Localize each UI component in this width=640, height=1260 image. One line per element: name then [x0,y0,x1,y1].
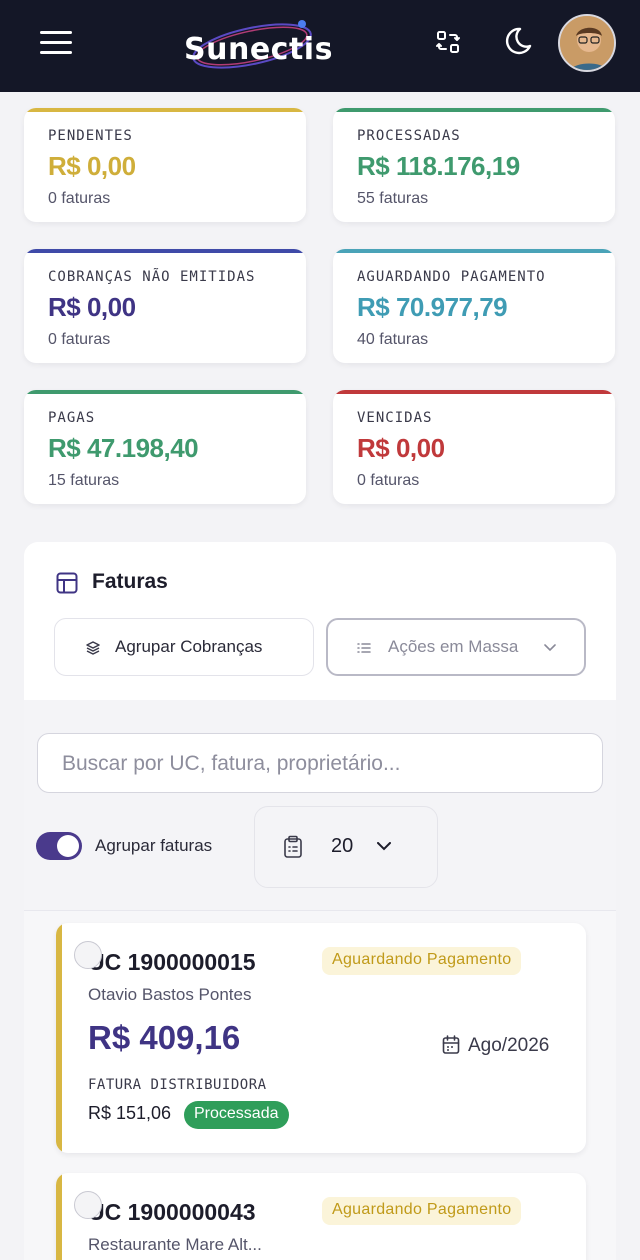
agrupar-faturas-label: Agrupar faturas [95,836,213,855]
stat-value: R$ 0,00 [48,151,136,181]
invoice-status-badge: Aguardando Pagamento [322,947,522,975]
stat-card-cobrancas-nao-emitidas[interactable]: COBRANÇAS NÃO EMITIDAS R$ 0,00 0 faturas [24,249,306,363]
brand-logo[interactable]: Sunectis [178,10,332,80]
stat-accent-bar [24,108,306,112]
invoice-status-bar [56,1173,62,1260]
user-avatar[interactable] [558,14,616,72]
stat-count: 0 faturas [48,190,111,207]
stat-accent-bar [333,390,615,394]
stat-label: VENCIDAS [357,410,433,426]
chevron-down-icon [377,842,391,851]
stat-accent-bar [24,249,306,253]
avatar-portrait-icon [560,16,614,70]
app-header: Sunectis [0,0,640,92]
invoice-list: UC 1900000015 Aguardando Pagamento Otavi… [24,910,616,1260]
swap-icon[interactable] [434,28,462,56]
toggle-knob [57,835,79,857]
invoice-select-checkbox[interactable] [74,1191,102,1219]
invoice-owner: Restaurante Mare Alt... [88,1235,262,1254]
stat-value: R$ 0,00 [48,292,136,322]
stat-value: R$ 47.198,40 [48,433,199,463]
stat-value: R$ 118.176,19 [357,151,520,181]
invoice-select-checkbox[interactable] [74,941,102,969]
faturas-title: Faturas [92,570,168,593]
stat-label: COBRANÇAS NÃO EMITIDAS [48,269,256,285]
search-input[interactable]: Buscar por UC, fatura, proprietário... [37,733,603,793]
invoice-date: Ago/2026 [442,1035,549,1057]
chevron-down-icon [544,644,556,652]
clipboard-icon [284,835,302,858]
invoice-dist-value: R$ 151,06 [88,1103,172,1123]
moon-icon[interactable] [500,24,534,58]
invoice-card[interactable]: UC 1900000043 Aguardando Pagamento Resta… [56,1173,586,1260]
invoice-dist-status-badge: Processada [184,1101,289,1129]
acoes-em-massa-dropdown[interactable]: Ações em Massa [326,618,586,676]
invoice-date-text: Ago/2026 [468,1035,550,1056]
table-grid-icon [56,572,78,594]
per-page-value: 20 [331,835,354,857]
stat-label: PROCESSADAS [357,128,461,144]
stat-count: 15 faturas [48,472,120,489]
stat-accent-bar [333,249,615,253]
per-page-select[interactable]: 20 [254,806,438,888]
agrupar-cobrancas-button[interactable]: Agrupar Cobranças [54,618,314,676]
stat-value: R$ 70.977,79 [357,292,508,322]
faturas-panel: Faturas Agrupar Cobranças Ações em Massa… [24,542,616,1260]
stat-card-processadas[interactable]: PROCESSADAS R$ 118.176,19 55 faturas [333,108,615,222]
stat-label: PENDENTES [48,128,133,144]
invoice-uc: UC 1900000043 [88,1199,256,1225]
filter-area: Buscar por UC, fatura, proprietário... A… [24,700,616,910]
hamburger-menu-icon[interactable] [38,28,74,56]
invoice-dist-label: FATURA DISTRIBUIDORA [88,1077,267,1093]
invoice-uc: UC 1900000015 [88,949,256,975]
stat-accent-bar [24,390,306,394]
agrupar-faturas-toggle[interactable] [36,832,82,860]
stat-count: 0 faturas [48,331,111,348]
stat-count: 55 faturas [357,190,429,207]
invoice-card[interactable]: UC 1900000015 Aguardando Pagamento Otavi… [56,923,586,1153]
brand-name: Sunectis [184,32,333,67]
agrupar-cobrancas-label: Agrupar Cobranças [115,637,263,656]
stat-value: R$ 0,00 [357,433,445,463]
invoice-status-bar [56,923,62,1153]
stat-label: AGUARDANDO PAGAMENTO [357,269,546,285]
invoice-owner: Otavio Bastos Pontes [88,985,252,1004]
list-icon [357,643,371,653]
stat-count: 0 faturas [357,472,420,489]
stat-card-pendentes[interactable]: PENDENTES R$ 0,00 0 faturas [24,108,306,222]
stat-card-aguardando-pagamento[interactable]: AGUARDANDO PAGAMENTO R$ 70.977,79 40 fat… [333,249,615,363]
acoes-em-massa-label: Ações em Massa [388,637,519,656]
stat-count: 40 faturas [357,331,429,348]
stat-accent-bar [333,108,615,112]
stat-label: PAGAS [48,410,96,426]
search-placeholder: Buscar por UC, fatura, proprietário... [62,752,401,775]
invoice-status-badge: Aguardando Pagamento [322,1197,522,1225]
stat-card-vencidas[interactable]: VENCIDAS R$ 0,00 0 faturas [333,390,615,504]
stat-card-pagas[interactable]: PAGAS R$ 47.198,40 15 faturas [24,390,306,504]
layers-icon [86,641,100,655]
panel-title: Faturas [56,570,168,594]
invoice-amount: R$ 409,16 [88,1019,241,1056]
